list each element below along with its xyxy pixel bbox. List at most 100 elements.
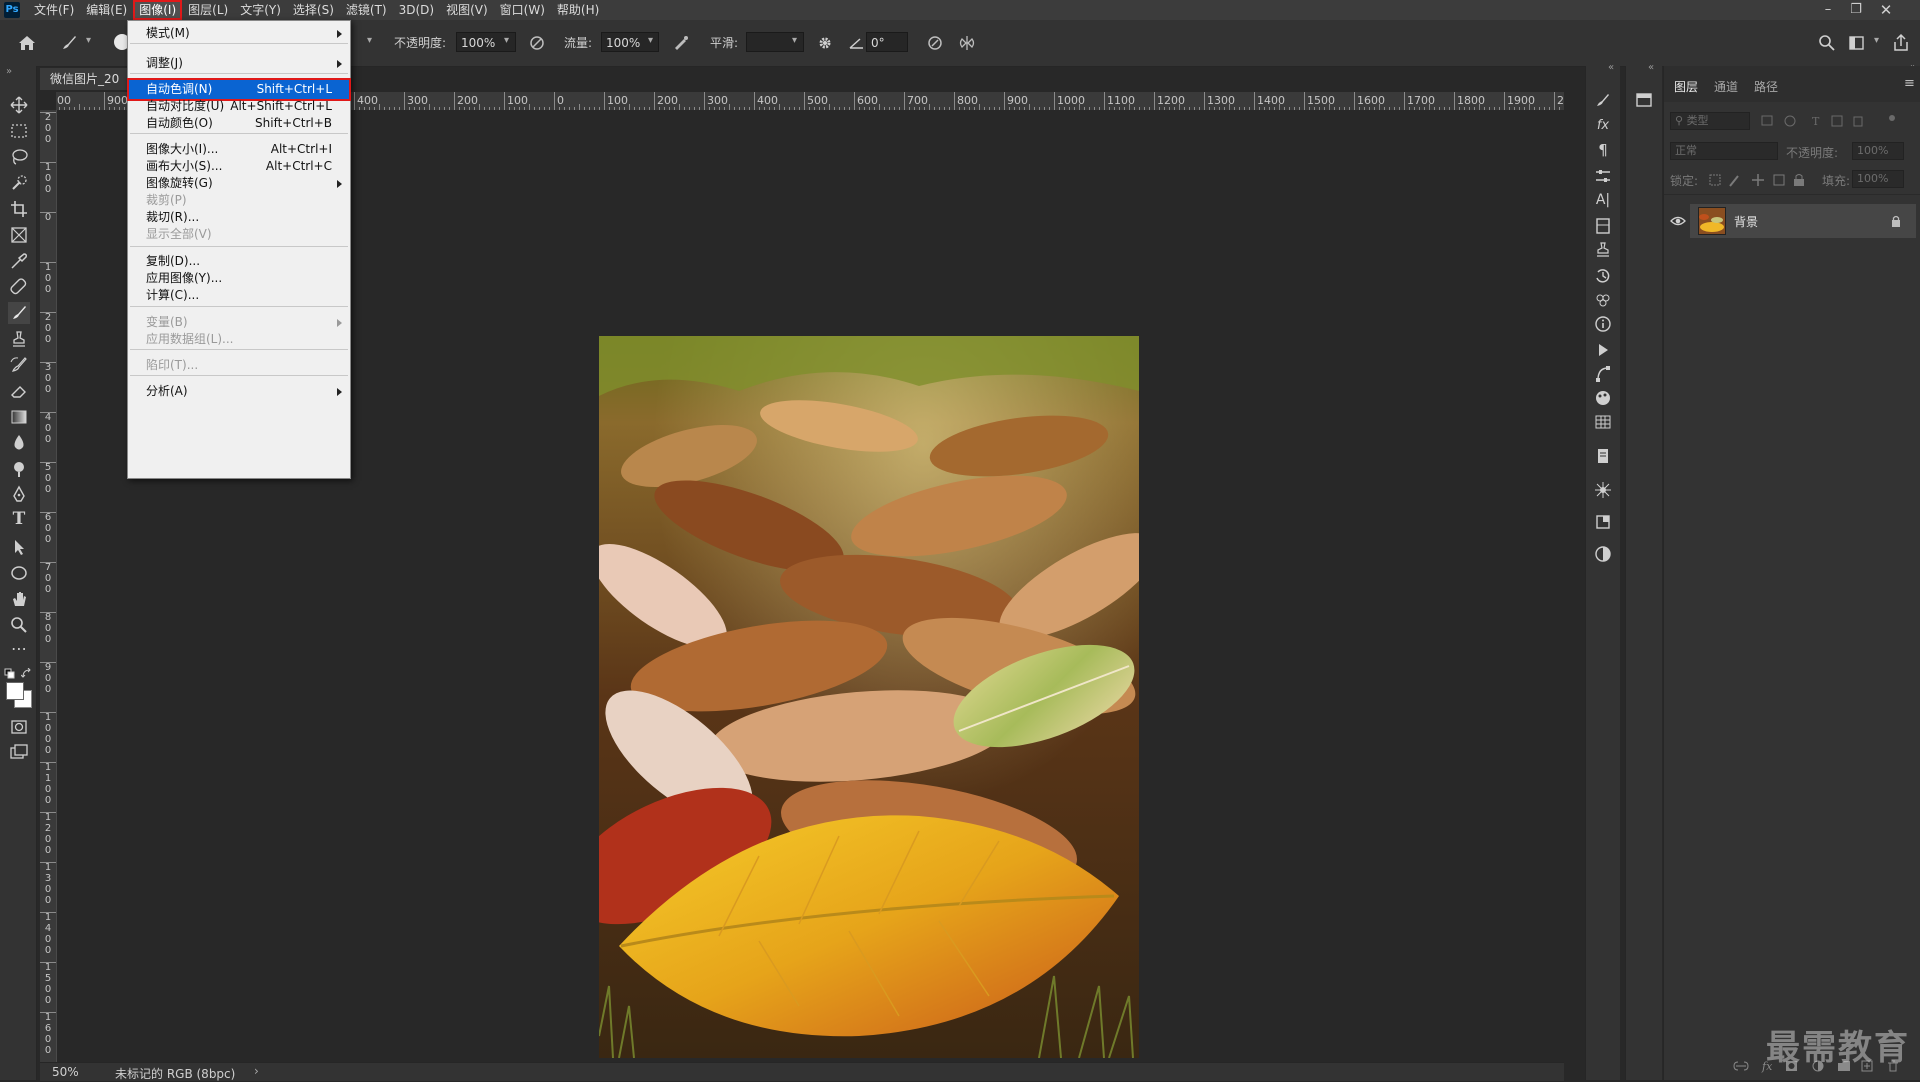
default-colors-icon[interactable] [4, 668, 18, 680]
history-icon[interactable] [1593, 266, 1613, 286]
opacity-chevron-icon[interactable]: ▾ [504, 35, 509, 46]
paths-icon[interactable] [1593, 364, 1613, 384]
menu-file[interactable]: 文件(F) [28, 0, 80, 20]
menu-item-calculations[interactable]: 计算(C)... [128, 285, 350, 306]
color-circle-icon[interactable] [1593, 544, 1613, 564]
menu-item-adjustments[interactable]: 调整(J) [128, 53, 350, 74]
hand-tool-icon[interactable] [8, 588, 30, 610]
document-image-autumn-leaves[interactable] [599, 336, 1139, 1058]
layer-filter-select[interactable]: ⚲ 类型 [1670, 112, 1750, 130]
layer-fill-input[interactable]: 100% [1852, 170, 1904, 188]
tab-channels[interactable]: 通道 [1714, 78, 1738, 95]
quick-selection-tool-icon[interactable] [8, 172, 30, 194]
gradient-tool-icon[interactable] [8, 406, 30, 428]
settings-gear-icon[interactable] [814, 32, 836, 54]
menu-image[interactable]: 图像(I) [133, 0, 183, 20]
blend-mode-select[interactable]: 正常 [1670, 142, 1778, 160]
share-icon[interactable] [1890, 32, 1912, 54]
airbrush-icon[interactable] [670, 32, 692, 54]
tab-paths[interactable]: 路径 [1754, 78, 1778, 95]
clone-source-icon[interactable] [1593, 240, 1613, 260]
path-selection-tool-icon[interactable] [8, 536, 30, 558]
tab-layers[interactable]: 图层 [1674, 78, 1698, 95]
close-icon[interactable]: ✕ [1872, 0, 1900, 20]
menu-layer[interactable]: 图层(L) [182, 0, 234, 20]
brush-preset-icon[interactable] [58, 32, 80, 54]
healing-brush-tool-icon[interactable] [8, 276, 30, 298]
menu-filter[interactable]: 滤镜(T) [340, 0, 393, 20]
adjustments-icon[interactable] [1593, 166, 1613, 186]
blur-tool-icon[interactable] [8, 432, 30, 454]
foreground-color-swatch[interactable] [6, 682, 24, 700]
history-brush-tool-icon[interactable] [8, 354, 30, 376]
minimize-icon[interactable]: – [1814, 0, 1842, 20]
workspace-chevron-icon[interactable]: ▾ [1874, 35, 1879, 46]
eyedropper-tool-icon[interactable] [8, 250, 30, 272]
layer-row-background[interactable]: 背景 [1690, 204, 1916, 238]
table-grid-icon[interactable] [1593, 412, 1613, 432]
zoom-tool-icon[interactable] [8, 614, 30, 636]
layer-opacity-input[interactable]: 100% [1852, 142, 1904, 160]
symmetry-icon[interactable] [956, 32, 978, 54]
lock-options-icons[interactable] [1708, 172, 1818, 188]
dodge-tool-icon[interactable] [8, 458, 30, 480]
swap-colors-icon[interactable] [21, 668, 33, 680]
libraries-icon[interactable] [1593, 216, 1613, 236]
collapse-column-icon[interactable]: « [1648, 62, 1654, 73]
collapse-strip-icon[interactable]: « [1608, 62, 1614, 73]
menu-help[interactable]: 帮助(H) [551, 0, 605, 20]
crop-tool-icon[interactable] [8, 198, 30, 220]
pressure-size-icon[interactable] [924, 32, 946, 54]
layer-visibility-eye-icon[interactable] [1670, 214, 1686, 228]
workspace-icon[interactable] [1846, 32, 1868, 54]
brush-settings-icon[interactable] [1593, 90, 1613, 110]
menu-type[interactable]: 文字(Y) [234, 0, 287, 20]
search-icon[interactable] [1816, 32, 1838, 54]
menu-item-mode[interactable]: 模式(M) [128, 23, 350, 44]
ellipse-tool-icon[interactable] [8, 562, 30, 584]
home-icon[interactable] [16, 32, 38, 54]
menu-select[interactable]: 选择(S) [287, 0, 340, 20]
collapse-tools-icon[interactable]: » [6, 66, 12, 77]
styles-fx-icon[interactable]: fx [1593, 116, 1613, 136]
marquee-tool-icon[interactable] [8, 120, 30, 142]
paragraph-icon[interactable]: ¶ [1593, 140, 1613, 160]
restore-icon[interactable]: ❐ [1842, 0, 1870, 20]
flow-chevron-icon[interactable]: ▾ [648, 35, 653, 46]
menu-item-auto-color[interactable]: 自动颜色(O) Shift+Ctrl+B [128, 113, 350, 134]
lasso-tool-icon[interactable] [8, 146, 30, 168]
menu-3d[interactable]: 3D(D) [393, 0, 440, 20]
zoom-level[interactable]: 50% [52, 1065, 79, 1079]
menu-window[interactable]: 窗口(W) [494, 0, 551, 20]
move-tool-icon[interactable] [8, 94, 30, 116]
pressure-opacity-icon[interactable] [526, 32, 548, 54]
status-menu-chevron-icon[interactable]: › [254, 1064, 259, 1078]
layer-filter-icons[interactable]: T [1760, 114, 1900, 128]
panel-menu-icon[interactable]: ≡ [1904, 76, 1915, 91]
eraser-tool-icon[interactable] [8, 380, 30, 402]
clone-stamp-tool-icon[interactable] [8, 328, 30, 350]
angle-input[interactable]: 0° [866, 32, 908, 52]
swatches-icon[interactable] [1593, 388, 1613, 408]
menu-edit[interactable]: 编辑(E) [80, 0, 133, 20]
screen-mode-icon[interactable] [8, 742, 30, 764]
mode-chevron-icon[interactable]: ▾ [367, 35, 372, 46]
brush-tool-icon[interactable] [8, 302, 30, 324]
info-icon[interactable] [1593, 314, 1613, 334]
3d-light-icon[interactable] [1593, 480, 1613, 500]
character-icon[interactable]: A| [1593, 190, 1613, 210]
channels-icon[interactable] [1593, 290, 1613, 310]
menu-item-analysis[interactable]: 分析(A) [128, 381, 350, 402]
pen-tool-icon[interactable] [8, 484, 30, 506]
type-tool-icon[interactable]: T [8, 508, 30, 530]
layer-name[interactable]: 背景 [1734, 213, 1758, 230]
notes-icon[interactable] [1593, 446, 1613, 466]
frame-tool-icon[interactable] [8, 224, 30, 246]
more-tools-icon[interactable]: ⋯ [8, 638, 30, 660]
timeline-icon[interactable] [1593, 512, 1613, 532]
brush-preset-chevron-icon[interactable]: ▾ [86, 35, 91, 46]
document-color-info[interactable]: 未标记的 RGB (8bpc) [115, 1065, 235, 1082]
quick-mask-icon[interactable] [8, 716, 30, 738]
menu-view[interactable]: 视图(V) [440, 0, 494, 20]
actions-play-icon[interactable] [1593, 340, 1613, 360]
